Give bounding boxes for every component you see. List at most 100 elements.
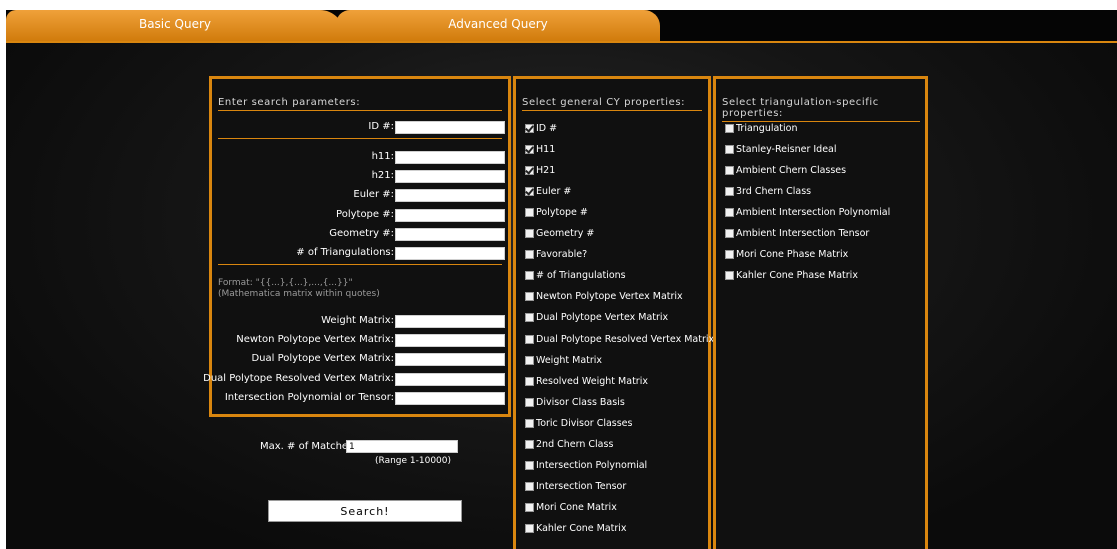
checkbox-2nd-chern-class[interactable]: 2nd Chern Class bbox=[525, 439, 613, 450]
h21-label: h21: bbox=[371, 170, 394, 182]
checkbox-dual-polytope-vertex-matrix[interactable]: Dual Polytope Vertex Matrix bbox=[525, 312, 668, 323]
checkbox-icon[interactable] bbox=[525, 124, 534, 133]
geometry-input[interactable] bbox=[395, 227, 505, 241]
checkbox-icon[interactable] bbox=[525, 208, 534, 218]
checkbox-icon[interactable] bbox=[725, 145, 734, 155]
checkbox-icon[interactable] bbox=[525, 271, 534, 281]
checkbox-h11[interactable]: H11 bbox=[525, 144, 555, 155]
checkbox-kahler-cone-phase-matrix[interactable]: Kahler Cone Phase Matrix bbox=[725, 270, 858, 281]
checkbox-icon[interactable] bbox=[525, 250, 534, 260]
checkbox-divisor-class-basis[interactable]: Divisor Class Basis bbox=[525, 397, 625, 408]
checkbox-intersection-tensor[interactable]: Intersection Tensor bbox=[525, 481, 626, 492]
checkbox-icon[interactable] bbox=[725, 166, 734, 176]
app-frame: Basic Query Advanced Query Enter search … bbox=[6, 10, 1117, 549]
checkbox-of-triangulations[interactable]: # of Triangulations bbox=[525, 270, 626, 281]
checkbox-icon[interactable] bbox=[525, 460, 534, 470]
checkbox-kahler-cone-matrix[interactable]: Kahler Cone Matrix bbox=[525, 523, 627, 534]
polytope-input[interactable] bbox=[395, 208, 505, 222]
checkbox-icon[interactable] bbox=[525, 418, 534, 428]
checkbox-label: 3rd Chern Class bbox=[736, 186, 812, 198]
max-matches-range: (Range 1-10000) bbox=[375, 456, 452, 466]
checkbox-label: Intersection Tensor bbox=[536, 480, 627, 492]
id-input[interactable] bbox=[395, 121, 505, 134]
of-triangulations-input[interactable] bbox=[395, 247, 505, 260]
newton-polytope-vertex-matrix-label: Newton Polytope Vertex Matrix: bbox=[236, 334, 394, 346]
checkbox-mori-cone-matrix[interactable]: Mori Cone Matrix bbox=[525, 502, 617, 513]
checkbox-icon[interactable] bbox=[525, 334, 534, 344]
tri-panel-title: Select triangulation-specific properties… bbox=[722, 97, 920, 122]
checkbox-newton-polytope-vertex-matrix[interactable]: Newton Polytope Vertex Matrix bbox=[525, 291, 683, 302]
checkbox-mori-cone-phase-matrix[interactable]: Mori Cone Phase Matrix bbox=[725, 249, 848, 260]
newton-polytope-vertex-matrix-input[interactable] bbox=[395, 334, 505, 348]
checkbox-label: Ambient Chern Classes bbox=[736, 165, 847, 177]
weight-matrix-input[interactable] bbox=[395, 315, 505, 328]
checkbox-label: Toric Divisor Classes bbox=[536, 417, 633, 429]
checkbox-icon[interactable] bbox=[725, 271, 734, 281]
checkbox-euler[interactable]: Euler # bbox=[525, 186, 571, 197]
checkbox-icon[interactable] bbox=[725, 187, 734, 197]
tab-basic-query[interactable]: Basic Query bbox=[6, 10, 344, 42]
checkbox-dual-polytope-resolved-vertex-matrix[interactable]: Dual Polytope Resolved Vertex Matrix bbox=[525, 334, 714, 345]
h11-input[interactable] bbox=[395, 151, 505, 164]
max-matches-input[interactable] bbox=[346, 440, 458, 453]
checkbox-ambient-intersection-tensor[interactable]: Ambient Intersection Tensor bbox=[725, 228, 869, 239]
checkbox-id[interactable]: ID # bbox=[525, 123, 557, 134]
checkbox-ambient-chern-classes[interactable]: Ambient Chern Classes bbox=[725, 165, 846, 176]
checkbox-label: Resolved Weight Matrix bbox=[536, 375, 648, 387]
checkbox-icon[interactable] bbox=[725, 208, 734, 218]
checkbox-icon[interactable] bbox=[525, 523, 534, 533]
checkbox-label: Dual Polytope Resolved Vertex Matrix bbox=[536, 333, 715, 345]
intersection-polynomial-or-tensor-label: Intersection Polynomial or Tensor: bbox=[224, 391, 394, 403]
dual-polytope-resolved-vertex-matrix-input[interactable] bbox=[395, 372, 505, 386]
checkbox-weight-matrix[interactable]: Weight Matrix bbox=[525, 355, 602, 366]
polytope-label: Polytope #: bbox=[336, 208, 394, 220]
euler-label: Euler #: bbox=[353, 189, 394, 201]
checkbox-3rd-chern-class[interactable]: 3rd Chern Class bbox=[725, 186, 811, 197]
checkbox-stanley-reisner-ideal[interactable]: Stanley-Reisner Ideal bbox=[725, 144, 837, 155]
checkbox-icon[interactable] bbox=[525, 376, 534, 386]
divider bbox=[218, 138, 502, 139]
checkbox-label: H11 bbox=[536, 144, 556, 156]
id-label: ID #: bbox=[368, 121, 394, 132]
checkbox-toric-divisor-classes[interactable]: Toric Divisor Classes bbox=[525, 418, 632, 429]
checkbox-icon[interactable] bbox=[525, 481, 534, 491]
checkbox-icon[interactable] bbox=[525, 145, 534, 155]
checkbox-ambient-intersection-polynomial[interactable]: Ambient Intersection Polynomial bbox=[725, 207, 890, 218]
intersection-polynomial-or-tensor-input[interactable] bbox=[395, 391, 505, 405]
checkbox-label: Intersection Polynomial bbox=[536, 459, 648, 471]
checkbox-icon[interactable] bbox=[525, 229, 534, 239]
euler-input[interactable] bbox=[395, 189, 505, 203]
checkbox-intersection-polynomial[interactable]: Intersection Polynomial bbox=[525, 460, 647, 471]
h21-input[interactable] bbox=[395, 170, 505, 184]
tab-bar: Basic Query Advanced Query bbox=[6, 10, 1117, 42]
checkbox-icon[interactable] bbox=[525, 355, 534, 365]
checkbox-icon[interactable] bbox=[525, 439, 534, 449]
search-button[interactable]: Search! bbox=[268, 500, 462, 522]
checkbox-label: Mori Cone Phase Matrix bbox=[736, 249, 849, 261]
checkbox-h21[interactable]: H21 bbox=[525, 165, 555, 176]
checkbox-icon[interactable] bbox=[525, 187, 534, 197]
checkbox-icon[interactable] bbox=[525, 313, 534, 323]
checkbox-label: Favorable? bbox=[536, 249, 588, 261]
cy-panel-title: Select general CY properties: bbox=[522, 97, 702, 111]
checkbox-label: Weight Matrix bbox=[536, 354, 603, 366]
checkbox-icon[interactable] bbox=[525, 166, 534, 176]
geometry-label: Geometry #: bbox=[329, 227, 394, 239]
dual-polytope-vertex-matrix-input[interactable] bbox=[395, 353, 505, 367]
checkbox-resolved-weight-matrix[interactable]: Resolved Weight Matrix bbox=[525, 376, 648, 387]
cy-properties-panel: Select general CY properties: ID # H11 H21… bbox=[513, 76, 714, 549]
checkbox-icon[interactable] bbox=[525, 292, 534, 302]
checkbox-icon[interactable] bbox=[525, 397, 534, 407]
checkbox-icon[interactable] bbox=[725, 250, 734, 260]
checkbox-icon[interactable] bbox=[525, 502, 534, 512]
checkbox-label: Mori Cone Matrix bbox=[536, 501, 617, 513]
checkbox-geometry[interactable]: Geometry # bbox=[525, 228, 594, 239]
divider bbox=[218, 264, 502, 265]
checkbox-favorable[interactable]: Favorable? bbox=[525, 249, 587, 260]
checkbox-polytope[interactable]: Polytope # bbox=[525, 207, 588, 218]
checkbox-label: 2nd Chern Class bbox=[536, 438, 614, 450]
checkbox-icon[interactable] bbox=[725, 124, 734, 133]
tab-advanced-query[interactable]: Advanced Query bbox=[336, 10, 660, 42]
checkbox-triangulation[interactable]: Triangulation bbox=[725, 123, 798, 134]
checkbox-icon[interactable] bbox=[725, 229, 734, 239]
